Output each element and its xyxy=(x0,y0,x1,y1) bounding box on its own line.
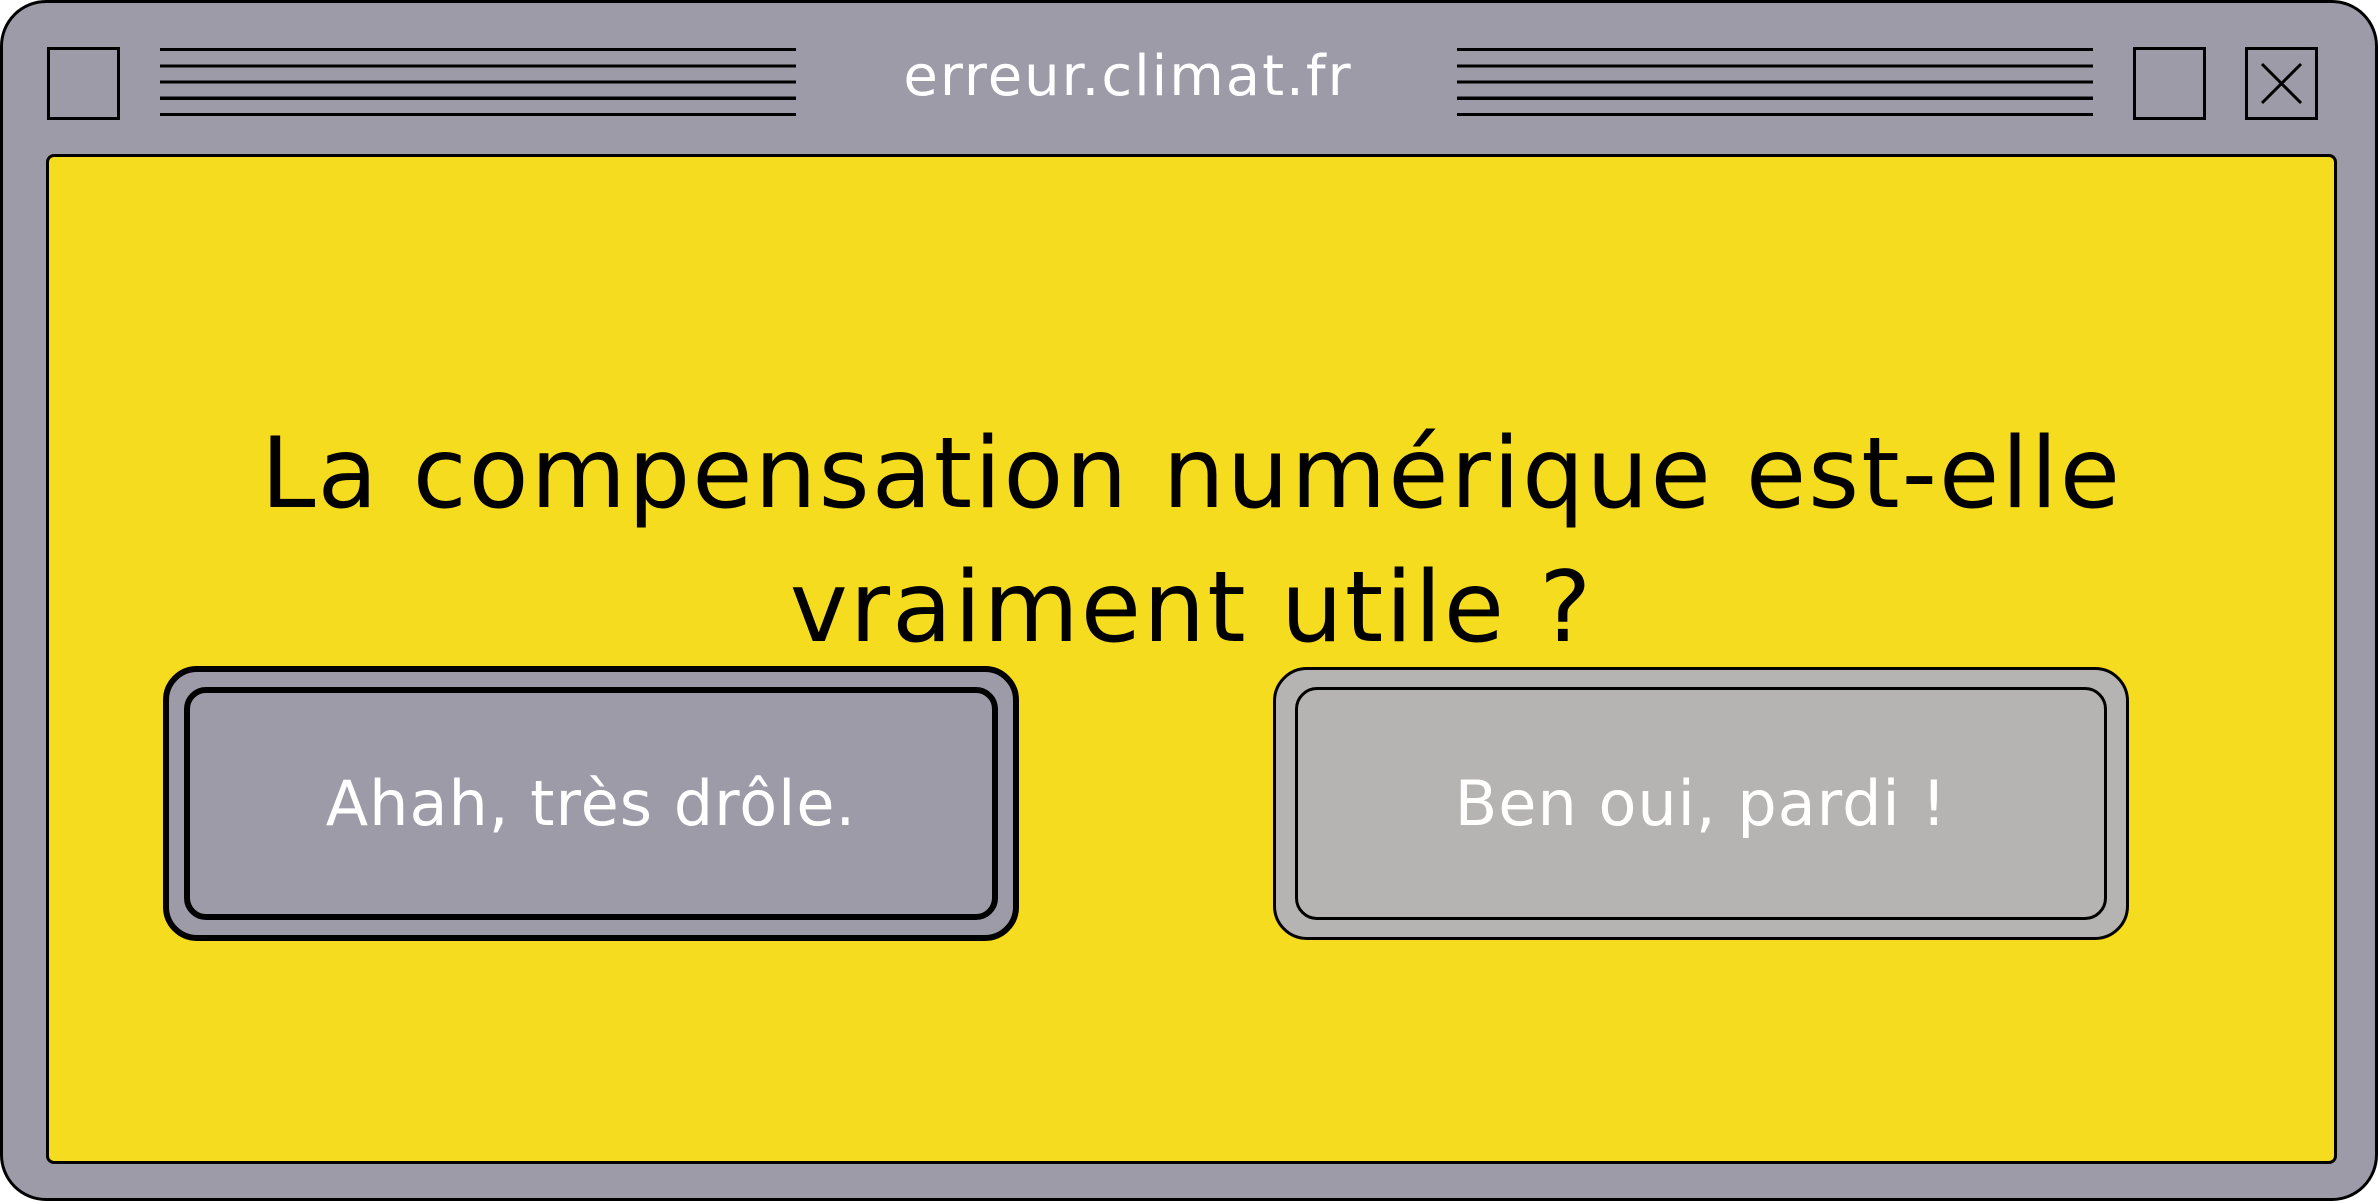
ben-oui-pardi-button[interactable]: Ben oui, pardi ! xyxy=(1273,667,2129,940)
ahah-tres-drole-button-inner[interactable]: Ahah, très drôle. xyxy=(184,687,998,920)
window-menu-box[interactable] xyxy=(47,47,120,120)
titlebar-grip-right[interactable] xyxy=(1457,48,2093,120)
ahah-tres-drole-label: Ahah, très drôle. xyxy=(325,767,857,840)
question-line-1: La compensation numérique est-elle xyxy=(260,417,2123,531)
maximize-button[interactable] xyxy=(2133,47,2206,120)
question-line-2: vraiment utile ? xyxy=(789,551,1594,665)
ben-oui-pardi-button-inner[interactable]: Ben oui, pardi ! xyxy=(1295,687,2107,920)
browser-window: erreur.climat.fr La compensation numériq… xyxy=(0,0,2378,1201)
ahah-tres-drole-button[interactable]: Ahah, très drôle. xyxy=(163,666,1019,941)
close-button[interactable] xyxy=(2245,47,2318,120)
ben-oui-pardi-label: Ben oui, pardi ! xyxy=(1454,767,1948,840)
dialog-question: La compensation numérique est-elle vraim… xyxy=(49,407,2334,675)
dialog-content: La compensation numérique est-elle vraim… xyxy=(46,154,2337,1164)
close-icon xyxy=(2260,62,2303,105)
